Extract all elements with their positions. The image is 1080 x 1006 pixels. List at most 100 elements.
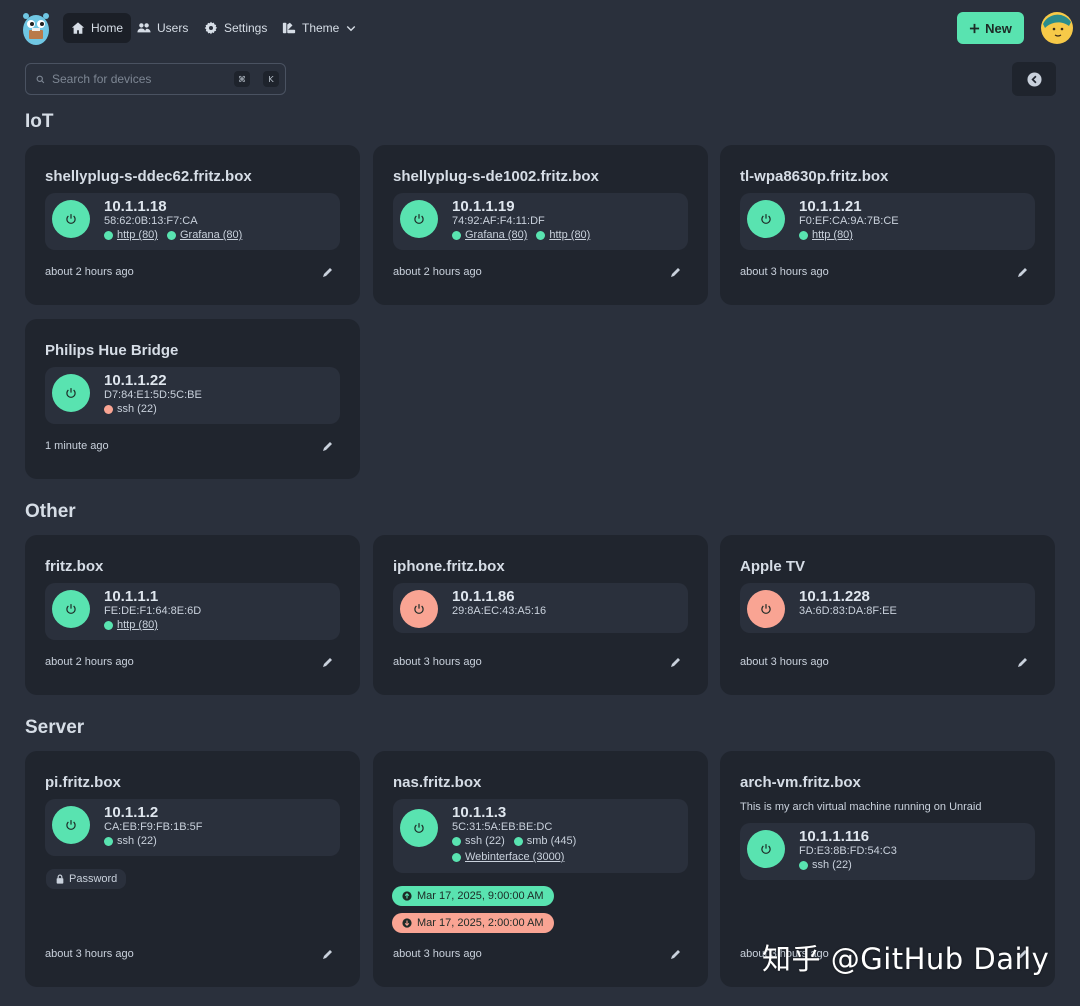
ip-address: 10.1.1.228 [799, 588, 870, 605]
device-card[interactable]: Apple TV 10.1.1.228 3A:6D:83:DA:8F:EE ab… [720, 535, 1055, 695]
power-button[interactable] [747, 830, 785, 868]
new-button-label: New [985, 20, 1012, 36]
port-item[interactable]: http (80) [104, 619, 158, 631]
section-title-iot: IoT [25, 111, 54, 132]
power-button[interactable] [747, 590, 785, 628]
section-title-other: Other [25, 501, 76, 522]
device-description: This is my arch virtual machine running … [740, 801, 982, 813]
last-seen: about 2 hours ago [45, 656, 134, 668]
port-label: Grafana (80) [179, 229, 243, 241]
last-seen: about 3 hours ago [740, 656, 829, 668]
status-dot [452, 836, 461, 846]
pencil-icon[interactable] [670, 948, 682, 960]
ip-address: 10.1.1.3 [452, 804, 507, 821]
nav-theme[interactable]: Theme [274, 13, 365, 43]
device-card[interactable]: nas.fritz.box 10.1.1.3 5C:31:5A:EB:BE:DC… [373, 751, 708, 987]
pencil-icon[interactable] [322, 266, 334, 278]
palette-icon [282, 22, 296, 34]
avatar[interactable] [1041, 12, 1073, 44]
port-item[interactable]: http (80) [104, 229, 158, 241]
device-name: iphone.fritz.box [393, 558, 505, 575]
host-panel: 10.1.1.228 3A:6D:83:DA:8F:EE [740, 583, 1035, 633]
nav-settings-label: Settings [224, 21, 268, 35]
pencil-icon[interactable] [322, 440, 334, 452]
pencil-icon[interactable] [670, 656, 682, 668]
power-icon [761, 604, 771, 614]
port-list: ssh (22) [799, 859, 1029, 871]
host-panel: 10.1.1.3 5C:31:5A:EB:BE:DC ssh (22) smb … [393, 799, 688, 873]
power-button[interactable] [400, 809, 438, 847]
nav-settings[interactable]: Settings [196, 13, 275, 43]
port-item[interactable]: http (80) [536, 229, 590, 241]
pencil-icon[interactable] [670, 266, 682, 278]
device-card[interactable]: shellyplug-s-de1002.fritz.box 10.1.1.19 … [373, 145, 708, 305]
power-icon [66, 820, 76, 830]
port-item: ssh (22) [452, 835, 505, 847]
power-icon [66, 604, 76, 614]
device-card[interactable]: fritz.box 10.1.1.1 FE:DE:F1:64:8E:6D htt… [25, 535, 360, 695]
power-button[interactable] [52, 374, 90, 412]
port-item[interactable]: Grafana (80) [166, 229, 243, 241]
power-icon [414, 823, 424, 833]
status-dot [166, 230, 176, 240]
pencil-icon[interactable] [322, 656, 334, 668]
search-input[interactable]: Search for devices [52, 72, 227, 86]
pencil-icon[interactable] [1017, 656, 1029, 668]
power-button[interactable] [747, 200, 785, 238]
port-list: ssh (22) [104, 835, 334, 847]
nav-users[interactable]: Users [129, 13, 196, 43]
device-card[interactable]: tl-wpa8630p.fritz.box 10.1.1.21 F0:EF:CA… [720, 145, 1055, 305]
kbd-cmd: ⌘ [234, 71, 250, 87]
collapse-button[interactable] [1012, 62, 1056, 96]
port-item: ssh (22) [799, 859, 852, 871]
pencil-icon[interactable] [322, 948, 334, 960]
status-dot [104, 404, 113, 414]
port-label: ssh (22) [465, 835, 505, 847]
status-dot [799, 860, 808, 870]
device-card[interactable]: iphone.fritz.box 10.1.1.86 29:8A:EC:43:A… [373, 535, 708, 695]
power-icon [761, 214, 771, 224]
power-button[interactable] [400, 590, 438, 628]
status-dot [513, 836, 523, 846]
chevron-down-icon [347, 26, 356, 32]
port-list: ssh (22) smb (445) Webinterface (3000) [452, 835, 652, 863]
nav-home[interactable]: Home [63, 13, 132, 43]
mac-address: F0:EF:CA:9A:7B:CE [799, 215, 899, 227]
gopher-logo-icon[interactable] [20, 10, 52, 46]
port-item[interactable]: Grafana (80) [452, 229, 527, 241]
device-name: nas.fritz.box [393, 774, 482, 791]
power-button[interactable] [400, 200, 438, 238]
port-item[interactable]: Webinterface (3000) [452, 851, 564, 863]
ip-address: 10.1.1.2 [104, 804, 159, 821]
device-name: tl-wpa8630p.fritz.box [740, 168, 889, 185]
nav-home-label: Home [91, 21, 124, 35]
port-list: http (80) [104, 619, 334, 631]
power-button[interactable] [52, 590, 90, 628]
pencil-icon[interactable] [1017, 266, 1029, 278]
power-button[interactable] [52, 806, 90, 844]
device-card[interactable]: shellyplug-s-ddec62.fritz.box 10.1.1.18 … [25, 145, 360, 305]
host-panel: 10.1.1.2 CA:EB:F9:FB:1B:5F ssh (22) [45, 799, 340, 856]
wake-schedule-badge: Mar 17, 2025, 9:00:00 AM [392, 886, 554, 906]
device-name: Philips Hue Bridge [45, 342, 179, 359]
power-icon [414, 214, 424, 224]
port-item[interactable]: http (80) [799, 229, 853, 241]
last-seen: about 3 hours ago [393, 656, 482, 668]
ip-address: 10.1.1.18 [104, 198, 167, 215]
plus-icon [970, 23, 980, 33]
power-button[interactable] [52, 200, 90, 238]
ip-address: 10.1.1.22 [104, 372, 167, 389]
ip-address: 10.1.1.86 [452, 588, 515, 605]
home-icon [71, 22, 85, 34]
port-list: http (80) [799, 229, 1029, 241]
search-bar[interactable]: Search for devices ⌘ K [25, 63, 286, 95]
mac-address: D7:84:E1:5D:5C:BE [104, 389, 202, 401]
ip-address: 10.1.1.19 [452, 198, 515, 215]
arrow-down-circle-icon [402, 918, 412, 928]
new-button[interactable]: New [957, 12, 1024, 44]
device-card[interactable]: Philips Hue Bridge 10.1.1.22 D7:84:E1:5D… [25, 319, 360, 479]
status-dot [104, 836, 113, 846]
device-name: fritz.box [45, 558, 104, 575]
last-seen: about 3 hours ago [393, 948, 482, 960]
last-seen: about 2 hours ago [393, 266, 482, 278]
